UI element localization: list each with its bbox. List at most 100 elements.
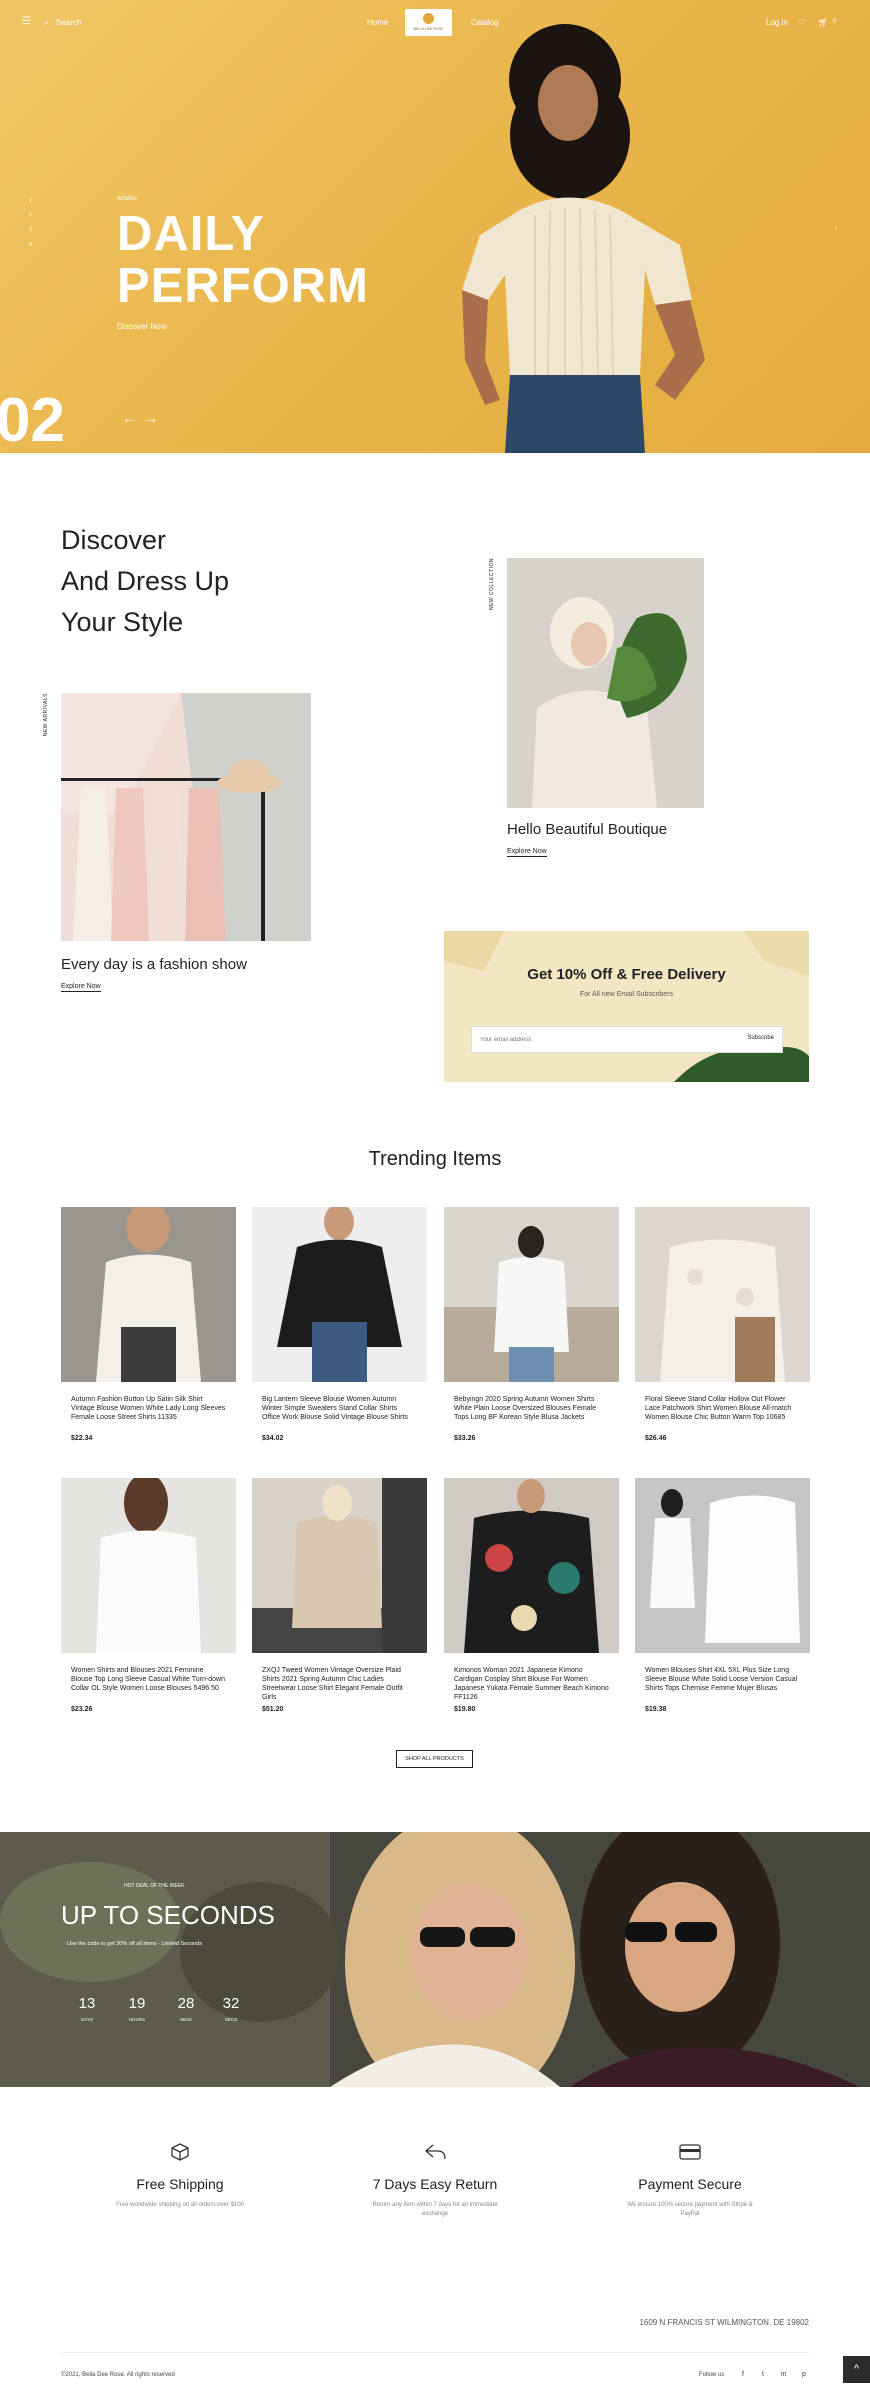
new-arrivals-label: NEW ARRIVALS	[43, 693, 49, 737]
prev-arrow-icon[interactable]: ←	[122, 410, 144, 426]
product-name[interactable]: ZXQJ Tweed Women Vintage Oversize Plaid …	[252, 1666, 427, 1704]
wishlist-icon[interactable]: ♡	[798, 18, 805, 27]
boutique-woman-image[interactable]	[507, 558, 704, 808]
product-image[interactable]	[444, 1478, 619, 1653]
countdown-value: 28	[177, 1995, 195, 2012]
logo-flower-icon	[423, 13, 434, 24]
box-icon	[171, 2143, 189, 2161]
countdown-label: HOURS	[128, 2017, 146, 2022]
feature-free-shipping: Free Shipping Free worldwide shipping on…	[80, 2142, 280, 2210]
product-card[interactable]: Kimonos Woman 2021 Japanese Kimono Cardi…	[444, 1478, 619, 1713]
product-image[interactable]	[444, 1207, 619, 1382]
product-card[interactable]: Bebyingn 2020 Spring Autumn Women Shirts…	[444, 1207, 619, 1442]
search-icon[interactable]: ⌕	[44, 18, 48, 28]
facebook-icon[interactable]: f	[742, 2371, 744, 2378]
promo-banner-image	[0, 1832, 870, 2087]
hero-title-line: DAILY	[117, 207, 265, 261]
next-slide-icon[interactable]: ›	[835, 225, 837, 231]
back-to-top-button[interactable]: ^	[843, 2356, 870, 2383]
discover-line: And Dress Up	[61, 566, 230, 596]
product-price: $19.80	[454, 1706, 476, 1713]
product-price: $22.34	[71, 1435, 93, 1442]
product-name[interactable]: Big Lantern Sleeve Blouse Women Autumn W…	[252, 1395, 427, 1433]
countdown-value: 32	[222, 1995, 240, 2012]
discover-line: Your Style	[61, 607, 184, 637]
feature-desc: We ensure 100% secure payment with Strip…	[627, 2202, 753, 2217]
product-card[interactable]: Autumn Fashion Button Up Satin Silk Shir…	[61, 1202, 236, 1442]
pinterest-icon[interactable]: p	[802, 2371, 806, 2378]
feature-title: 7 Days Easy Return	[372, 2176, 498, 2192]
product-card[interactable]: Big Lantern Sleeve Blouse Women Autumn W…	[252, 1204, 427, 1442]
nav-catalog[interactable]: Catalog	[471, 18, 499, 27]
product-price: $23.26	[71, 1706, 93, 1713]
discover-heading: Discover And Dress Up Your Style	[61, 520, 229, 643]
countdown-label: DAYS	[81, 2017, 93, 2022]
product-card[interactable]: Women Shirts and Blouses 2021 Feminine B…	[61, 1473, 236, 1713]
countdown-value: 19	[128, 1995, 146, 2012]
left-explore-link[interactable]: Explore Now	[61, 983, 101, 992]
slide-arrows[interactable]: ←→	[122, 410, 166, 426]
product-card[interactable]: ZXQJ Tweed Women Vintage Oversize Plaid …	[252, 1478, 427, 1713]
product-image[interactable]	[61, 1473, 236, 1653]
promo-kicker: HOT DEAL OF THE WEEK	[124, 1883, 185, 1889]
product-name[interactable]: Autumn Fashion Button Up Satin Silk Shir…	[61, 1395, 236, 1433]
feature-desc: Return any item within 7 days for an imm…	[372, 2202, 498, 2217]
newsletter-form: Subscribe	[471, 1026, 783, 1053]
newsletter-box: Get 10% Off & Free Delivery For All new …	[444, 931, 809, 1082]
countdown-value: 13	[78, 1995, 96, 2012]
cart-icon[interactable]: 🛒︎	[818, 18, 828, 27]
product-image[interactable]	[61, 1202, 236, 1382]
slide-dot[interactable]: 4	[29, 242, 35, 248]
right-explore-link[interactable]: Explore Now	[507, 848, 547, 857]
nav-home[interactable]: Home	[367, 18, 388, 27]
clothing-rack-image[interactable]	[61, 693, 311, 941]
footer-divider	[61, 2352, 809, 2353]
hero-discover-link[interactable]: Discover Now	[117, 322, 166, 331]
product-card[interactable]: Women Blouses Shirt 4XL 5XL Plus Size Lo…	[635, 1478, 810, 1713]
newsletter-subtitle: For All new Email Subscribers	[580, 991, 673, 998]
slide-dots[interactable]: 1 2 3 4	[29, 197, 35, 257]
countdown-days: 13 DAYS	[72, 1995, 102, 2022]
product-card[interactable]: Floral Sleeve Stand Collar Hollow Out Fl…	[635, 1207, 810, 1442]
twitter-icon[interactable]: t	[762, 2371, 764, 2378]
promo-subtitle: Use the code to get 30% off all items - …	[67, 1941, 203, 1947]
hero-title: DAILY PERFORM	[117, 208, 369, 312]
slide-dot[interactable]: 3	[29, 227, 35, 233]
feature-title: Payment Secure	[638, 2176, 742, 2192]
product-name[interactable]: Kimonos Woman 2021 Japanese Kimono Cardi…	[444, 1666, 619, 1704]
next-arrow-icon[interactable]: →	[144, 410, 166, 426]
right-caption: Hello Beautiful Boutique	[507, 821, 668, 838]
subscribe-button[interactable]: Subscribe	[747, 1035, 774, 1041]
feature-easy-return: 7 Days Easy Return Return any item withi…	[335, 2142, 535, 2219]
product-image[interactable]	[635, 1207, 810, 1382]
product-price: $26.46	[645, 1435, 667, 1442]
product-name[interactable]: Women Blouses Shirt 4XL 5XL Plus Size Lo…	[635, 1666, 810, 1704]
feature-desc: Free worldwide shipping on all orders ov…	[116, 2202, 244, 2208]
slide-dot[interactable]: 1	[29, 197, 35, 203]
product-image[interactable]	[252, 1478, 427, 1653]
logo-text: BELLA DEE ROSE	[413, 27, 444, 31]
product-price: $34.02	[262, 1435, 284, 1442]
product-name[interactable]: Bebyingn 2020 Spring Autumn Women Shirts…	[444, 1395, 619, 1433]
countdown-mins: 28 MINS	[171, 1995, 201, 2022]
logo[interactable]: BELLA DEE ROSE	[405, 9, 452, 36]
countdown-secs: 32 SECS	[216, 1995, 246, 2022]
instagram-icon[interactable]: in	[781, 2371, 786, 2378]
trending-title: Trending Items	[368, 1148, 502, 1170]
hero-banner: ☰ ⌕ Search Home BELLA DEE ROSE Catalog L…	[0, 0, 870, 453]
product-price: $33.26	[454, 1435, 476, 1442]
product-image[interactable]	[635, 1478, 810, 1653]
newsletter-bg-image	[444, 931, 809, 1082]
search-link[interactable]: Search	[56, 18, 81, 27]
product-name[interactable]: Women Shirts and Blouses 2021 Feminine B…	[61, 1666, 236, 1704]
menu-icon[interactable]: ☰	[22, 16, 31, 27]
slide-dot[interactable]: 2	[29, 212, 35, 218]
shop-all-button[interactable]: SHOP ALL PRODUCTS	[396, 1750, 473, 1768]
login-link[interactable]: Log in	[766, 18, 788, 27]
follow-label: Follow us	[699, 2372, 725, 2378]
countdown-label: MINS	[180, 2017, 192, 2022]
product-image[interactable]	[252, 1204, 427, 1382]
email-field[interactable]	[480, 1027, 720, 1052]
hero-title-line: PERFORM	[117, 259, 369, 313]
product-name[interactable]: Floral Sleeve Stand Collar Hollow Out Fl…	[635, 1395, 810, 1433]
